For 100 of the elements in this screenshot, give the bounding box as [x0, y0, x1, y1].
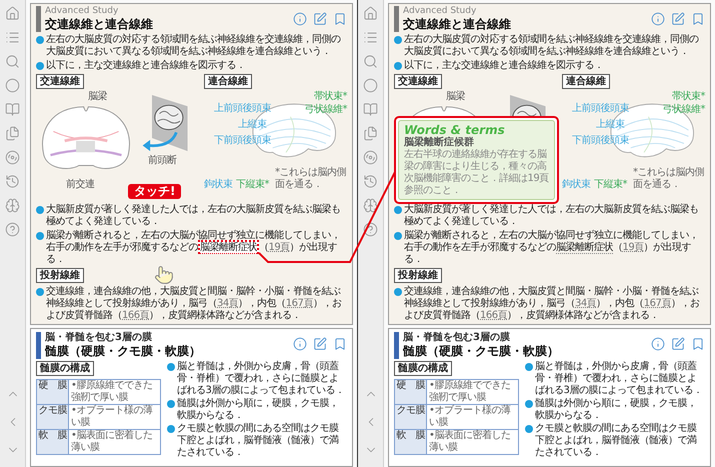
bullet-text: クモ膜と軟膜の間にある空間はクモ膜下腔とよばれ，脳脊髄液（髄液）で満たされている． [177, 423, 340, 459]
card-title: 交連線維と連合線維 [403, 17, 511, 32]
title-accent-bar [394, 332, 399, 359]
page-link[interactable]: 34頁 [217, 298, 238, 309]
bookmark-icon[interactable] [691, 337, 705, 351]
section-label: 交連線維 [394, 74, 442, 89]
page-link[interactable]: 19頁 [268, 242, 290, 253]
table-cell-text: •脳表面に密着した薄い膜 [70, 430, 154, 454]
popup-term: 脳梁離断症候群 [404, 137, 475, 148]
note-icon[interactable] [671, 12, 685, 26]
diagram-label: 上縦束 [596, 119, 624, 131]
diagram-note: *これらは脳内側面を通る． [633, 167, 705, 191]
help-icon[interactable] [363, 222, 378, 237]
bullet-text: 以下に，主な交連線維と連合線維を図示する． [46, 60, 246, 72]
disc-icon[interactable] [363, 150, 378, 165]
bookmark-icon[interactable] [691, 12, 705, 26]
diagram-label: 前交連 [66, 179, 94, 191]
diagram-label: 鉤状束 [204, 179, 232, 191]
bullet-text: 大脳新皮質が著しく発達した人では，左右の大脳新皮質を結ぶ脳梁も極めてよく発達している． [46, 204, 342, 228]
brain-icon[interactable] [363, 198, 378, 213]
info-icon[interactable] [651, 337, 665, 351]
diagram-label: 鉤状束 [562, 179, 590, 191]
table-cell: 軟 膜 [395, 430, 427, 454]
diagram-note: *これらは脳内側面を通る． [275, 167, 347, 191]
card-eyebrow: 脳・脊髄を包む3層の膜 [403, 332, 511, 344]
diagram-label: 下前頭後頭束 [214, 135, 271, 147]
section-label: 髄膜の構成 [36, 361, 94, 376]
note-icon[interactable] [671, 337, 685, 351]
bullet-text: 左右の大脳皮質の対応する領域間を結ぶ神経線維を交連線維，同側の大脳皮質において異なる領域間を結ぶ神経線維を連合線維という． [404, 34, 700, 58]
diagram-label: 脳梁 [88, 91, 107, 103]
bookmark-icon[interactable] [333, 337, 347, 351]
table-cell-text: •脳表面に密着した薄い膜 [428, 430, 512, 454]
table-cell-text: •膠原線維でできた強靭で厚い膜 [428, 380, 512, 404]
page-link[interactable]: 166頁 [122, 310, 150, 321]
term-link[interactable]: 脳梁離断症状 [198, 240, 259, 254]
touch-callout: タッチ! [128, 184, 182, 199]
diagram-label: 帯状束* [314, 91, 347, 103]
home-icon[interactable] [5, 6, 20, 21]
book-icon[interactable] [5, 102, 20, 117]
table-cell-text: •オブラート様の薄い膜 [428, 405, 512, 429]
bookmark-icon[interactable] [333, 12, 347, 26]
table-cell: 硬 膜 [395, 380, 427, 404]
section-label: 連合線維 [204, 74, 252, 89]
card-eyebrow: Advanced Study [403, 6, 478, 17]
page-link[interactable]: 166頁 [480, 310, 508, 321]
bullet-text: 左右の大脳皮質の対応する領域間を結ぶ神経線維を交連線維，同側の大脳皮質において異なる領域間を結ぶ神経線維を連合線維という． [46, 34, 342, 58]
home-icon[interactable] [363, 6, 378, 21]
diagram-label: 弓状線維* [662, 104, 705, 116]
table-cell-text: •膠原線維でできた強靭で厚い膜 [70, 380, 154, 404]
diagram-label: 上前頭後頭束 [214, 103, 271, 115]
page-link[interactable]: 167頁 [644, 298, 671, 309]
bullet-text: 脳と脊髄は，外側から皮膚，骨（頭蓋骨・脊椎）で覆われ，さらに髄膜とよばれる3層の膜によって包まれている． [177, 361, 346, 397]
info-icon[interactable] [293, 337, 307, 351]
circle-icon[interactable] [5, 78, 20, 93]
diagram-label: 下前頭後頭束 [572, 135, 629, 147]
diagram-label: 上縦束 [238, 119, 266, 131]
bullet-text: 大脳新皮質が著しく発達した人では，左右の大脳新皮質を結ぶ脳梁も極めてよく発達している． [404, 204, 700, 228]
term-link[interactable]: 脳梁離断症状 [556, 242, 613, 254]
disc-icon[interactable] [5, 150, 20, 165]
bullet-text: 髄膜は外側から順に，硬膜，クモ膜，軟膜からなる． [535, 398, 698, 422]
section-label: 髄膜の構成 [394, 361, 452, 376]
table-cell: クモ膜 [37, 405, 69, 429]
info-icon[interactable] [651, 12, 665, 26]
words-terms-logo: Words & terms [404, 123, 506, 137]
search-icon[interactable] [363, 54, 378, 69]
section-label: 交連線維 [36, 74, 84, 89]
info-icon[interactable] [293, 12, 307, 26]
diagram-label: 上前頭後頭束 [572, 103, 629, 115]
note-icon[interactable] [313, 12, 327, 26]
search-icon[interactable] [5, 54, 20, 69]
documents-icon[interactable] [363, 126, 378, 141]
page-link[interactable]: 167頁 [286, 298, 313, 309]
section-label: 投射線維 [394, 268, 442, 283]
card-eyebrow: 脳・脊髄を包む3層の膜 [45, 332, 153, 344]
page-link[interactable]: 34頁 [575, 298, 596, 309]
diagram-label: 下縦束* [236, 179, 269, 191]
pointing-hand-icon [154, 265, 174, 285]
table-cell: 軟 膜 [37, 430, 69, 454]
circle-icon[interactable] [363, 78, 378, 93]
brain-icon[interactable] [5, 198, 20, 213]
diagram-label: 脳梁 [446, 91, 465, 103]
bullet-text: クモ膜と軟膜の間にある空間はクモ膜下腔とよばれ，脳脊髄液（髄液）で満たされている． [535, 423, 698, 459]
history-icon[interactable] [363, 174, 378, 189]
section-label: 投射線維 [36, 268, 84, 283]
note-icon[interactable] [313, 337, 327, 351]
history-icon[interactable] [5, 174, 20, 189]
diagram-label: 弓状線維* [304, 104, 347, 116]
bullet-text: 以下に，主な交連線維と連合線維を図示する． [404, 60, 604, 72]
popup-text: 左右半球の連絡線維が存在する脳梁の障害により生じる，種々の高次脳機能障害のこと．詳細は19頁参照のこと． [404, 149, 549, 197]
diagram-label: 前頭断 [148, 155, 176, 167]
bullet-text: 脳梁が離断されると，左右の大脳が協同せず独立に機能してしまい，右手の動作を左手が邪魔するなどの脳梁離断症状（19頁）が出現する． [404, 230, 700, 266]
diagram-label: 下縦束* [594, 179, 627, 191]
card-eyebrow: Advanced Study [45, 6, 120, 17]
bullet-text: 脳梁が離断されると，左右の大脳が協同せず独立に機能してしまい，右手の動作を左手が邪魔するなどの 脳梁離断症状 （19頁）が出現する． [46, 230, 342, 266]
book-icon[interactable] [363, 102, 378, 117]
help-icon[interactable] [5, 222, 20, 237]
documents-icon[interactable] [5, 126, 20, 141]
page-link[interactable]: 19頁 [622, 242, 644, 253]
title-accent-bar [36, 332, 41, 359]
bullet-text: 脳と脊髄は，外側から皮膚，骨（頭蓋骨・脊椎）で覆われ，さらに髄膜とよばれる3層の膜によって包まれている． [535, 361, 704, 397]
